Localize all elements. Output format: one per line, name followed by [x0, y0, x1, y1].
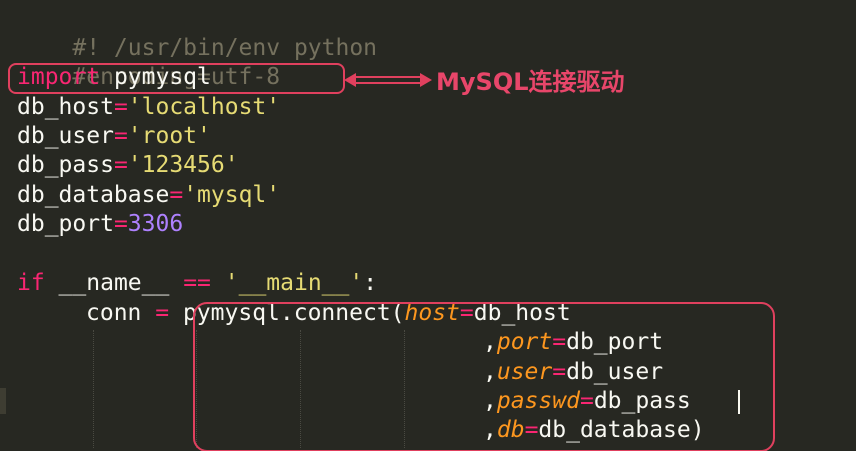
bottom-border	[0, 451, 856, 457]
double-arrow-icon	[344, 73, 432, 87]
connect-highlight-box	[193, 302, 775, 452]
code-editor[interactable]: #! /usr/bin/env python #encoding=utf-8 i…	[0, 0, 856, 457]
annotation-label: MySQL连接驱动	[436, 68, 625, 96]
